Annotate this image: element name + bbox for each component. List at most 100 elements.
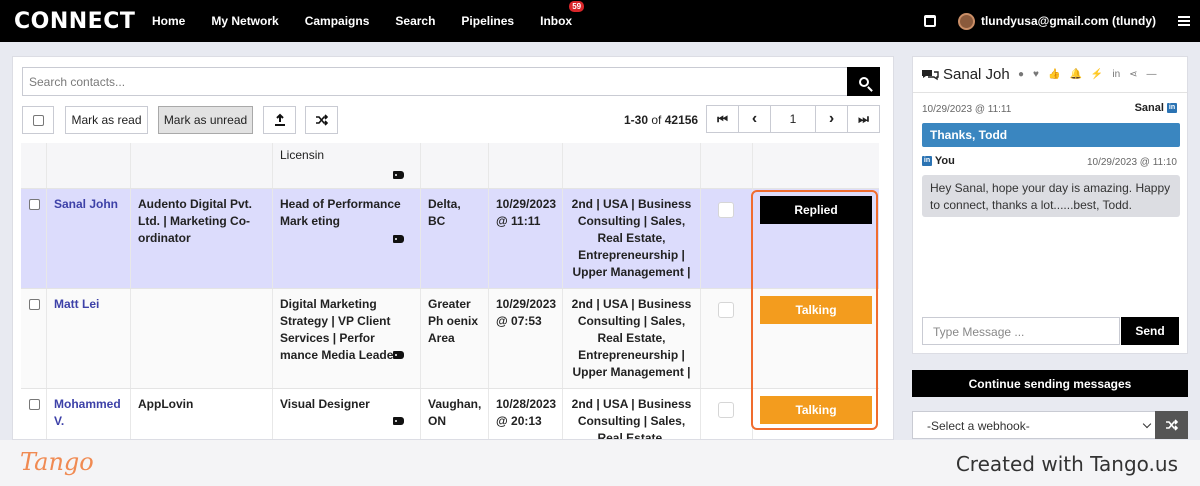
inbox-count-badge: 59 [569,1,585,12]
linkedin-icon: in [1167,103,1177,114]
nav-pipelines[interactable]: Pipelines [461,14,514,28]
last-page-button[interactable]: ⏭ [847,105,880,133]
user-label[interactable]: tlundyusa@gmail.com (tlundy) [981,14,1156,28]
heart-icon[interactable]: ♥ [1033,69,1039,80]
bell-icon[interactable]: 🔔 [1069,69,1081,80]
app-logo[interactable]: CONNECT [14,9,140,34]
chevron-right-icon: › [828,110,835,127]
company-cell: Audento Digital Pvt. Ltd. | Marketing Co… [131,189,273,288]
status-cell [753,143,879,188]
webhook-select[interactable]: -Select a webhook- [912,411,1157,439]
next-page-button[interactable]: › [815,105,848,133]
date-cell [489,143,563,188]
title-text: Digital Marketing Strategy | VP Client S… [280,297,399,362]
location-cell: Vaughan, ON [421,389,489,439]
chat-panel: Sanal John ● ♥ 👍 🔔 ⚡ in ⋖ — 10/29/2023 @… [912,56,1188,354]
chevron-down-icon [1142,419,1152,429]
title-cell: Visual Designer [273,389,421,439]
first-page-icon: ⏮ [717,111,728,126]
export-button[interactable] [263,106,296,134]
select-all-checkbox[interactable] [22,106,54,134]
thumbs-up-icon[interactable]: 👍 [1048,69,1060,80]
chat-contact-name: Sanal John [943,66,1009,83]
plug-icon[interactable]: ⚡ [1091,69,1103,80]
page-number-input[interactable]: 1 [770,105,816,133]
user-area: tlundyusa@gmail.com (tlundy) [923,0,1190,42]
main-nav: Home My Network Campaigns Search Pipelin… [152,1,598,28]
page-of: of [651,113,662,127]
tango-logo: Tango [20,448,94,476]
send-button[interactable]: Send [1121,317,1179,345]
tag-icon[interactable] [393,417,404,425]
nav-inbox[interactable]: Inbox 59 [540,1,585,28]
linkedin-icon[interactable]: in [1112,69,1120,80]
title-cell: Head of Performance Mark eting [273,189,421,288]
nav-search[interactable]: Search [395,14,435,28]
message-sender: Sanal in [1135,102,1177,114]
row-checkbox[interactable] [29,399,40,410]
webhook-select-value: -Select a webhook- [927,419,1030,433]
location-cell [421,143,489,188]
search-input[interactable]: Search contacts... [22,67,848,96]
name-cell [47,143,131,188]
tag-icon[interactable] [393,235,404,243]
message-input[interactable]: Type Message ... [922,317,1120,345]
message-timestamp: 10/29/2023 @ 11:11 [922,104,1012,115]
webhook-shuffle-button[interactable] [1155,411,1188,439]
title-text: Head of Performance Mark eting [280,197,401,228]
message-timestamp: 10/29/2023 @ 11:10 [1086,157,1177,168]
row-select-cell [21,389,47,439]
message-icon[interactable]: ● [1018,69,1024,80]
nav-home[interactable]: Home [152,14,185,28]
location-cell: Delta, BC [421,189,489,288]
tango-footer: Tango Created with Tango.us [0,440,1200,486]
row-select-cell [21,143,47,188]
row-checkbox[interactable] [29,199,40,210]
continue-sending-button[interactable]: Continue sending messages [912,370,1188,397]
contact-name-link[interactable]: Mohammed V. [47,389,131,439]
mark-as-read-button[interactable]: Mark as read [65,106,148,134]
title-cell: Licensin [273,143,421,188]
first-page-button[interactable]: ⏮ [706,105,739,133]
chat-icon [922,69,939,80]
row-flag-checkbox[interactable] [718,202,734,218]
avatar[interactable] [957,12,975,30]
prev-page-button[interactable]: ‹ [738,105,771,133]
location-cell: Greater Ph oenix Area [421,289,489,388]
check-cell [701,189,753,288]
message-sender-name: You [934,155,955,167]
calendar-icon[interactable] [923,15,936,27]
company-cell: AppLovin [131,389,273,439]
nav-campaigns[interactable]: Campaigns [305,14,370,28]
status-column-highlight [751,190,878,430]
tag-icon[interactable] [393,351,404,359]
top-navbar: CONNECT Home My Network Campaigns Search… [0,0,1200,42]
row-flag-checkbox[interactable] [718,302,734,318]
chat-header: Sanal John ● ♥ 👍 🔔 ⚡ in ⋖ — [913,57,1187,93]
contact-name-link[interactable]: Sanal John [47,189,131,288]
nav-my-network[interactable]: My Network [211,14,278,28]
tag-icon[interactable] [393,171,404,179]
row-checkbox[interactable] [29,299,40,310]
row-select-cell [21,189,47,288]
select-all-box [32,114,44,126]
table-row[interactable]: Licensin [21,143,879,189]
tango-credit: Created with Tango.us [955,452,1178,476]
minimize-icon[interactable]: — [1147,69,1157,80]
message-sender-name: Sanal [1134,102,1164,114]
mark-as-unread-button[interactable]: Mark as unread [158,106,253,134]
search-button[interactable] [847,67,880,96]
date-cell: 10/29/2023 @ 07:53 [489,289,563,388]
shuffle-icon [1165,419,1178,431]
nav-inbox-label: Inbox [540,14,573,28]
network-cell: 2nd | USA | Business Consulting | Sales,… [563,389,701,439]
share-icon[interactable]: ⋖ [1129,69,1137,80]
chevron-left-icon: ‹ [751,110,758,127]
shuffle-button[interactable] [305,106,338,134]
incoming-message-bubble: Thanks, Todd [922,123,1180,147]
row-flag-checkbox[interactable] [718,402,734,418]
date-cell: 10/29/2023 @ 11:11 [489,189,563,288]
hamburger-icon[interactable] [1178,14,1190,28]
network-cell [563,143,701,188]
contact-name-link[interactable]: Matt Lei [47,289,131,388]
